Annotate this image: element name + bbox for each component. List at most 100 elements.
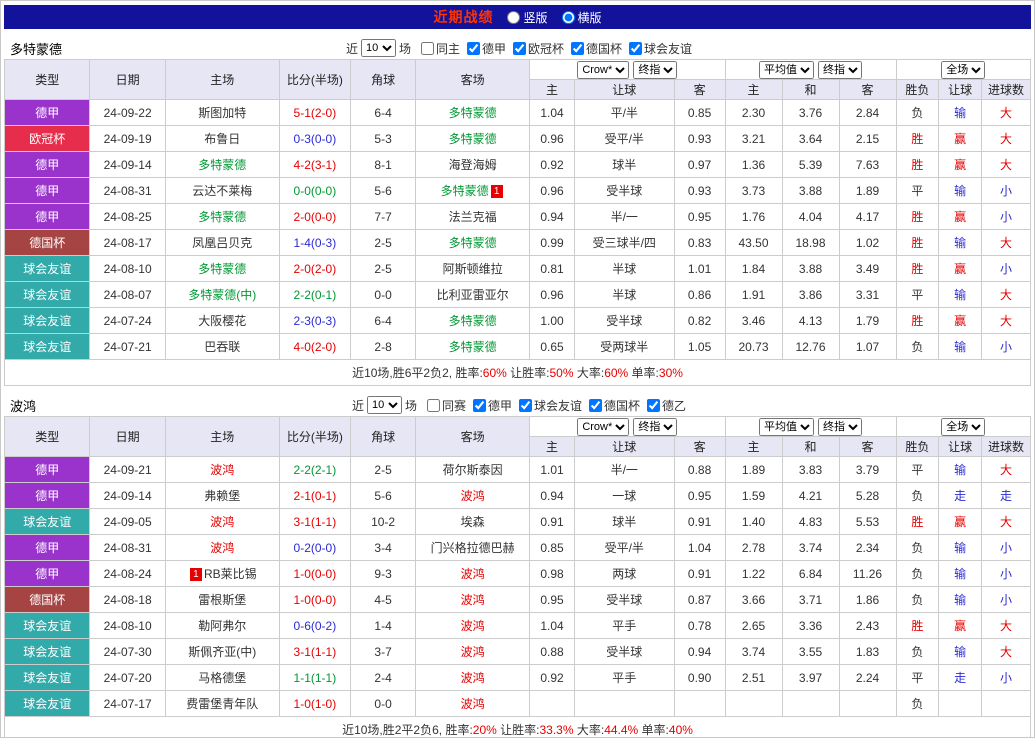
match-row: 德甲24-08-25多特蒙德2-0(0-0)7-7法兰克福0.94半/一0.95…	[5, 204, 1031, 230]
filter-checkbox-3[interactable]: 德国杯	[589, 397, 640, 414]
match-row: 球会友谊24-07-24大阪樱花2-3(0-3)6-4多特蒙德1.00受半球0.…	[5, 308, 1031, 334]
result-handicap: 输	[939, 457, 982, 483]
odds-away: 0.85	[674, 100, 725, 126]
sub-column-header: 让球	[574, 437, 674, 457]
bookmaker-select[interactable]: Crow*	[577, 418, 629, 436]
odds-stage-select[interactable]: 终指	[633, 61, 677, 79]
avg-stage-select[interactable]: 终指	[818, 418, 862, 436]
result-goals: 小	[981, 178, 1030, 204]
layout-option-horizontal[interactable]: 横版	[562, 9, 602, 26]
bookmaker-select[interactable]: Crow*	[577, 61, 629, 79]
odds-away: 0.91	[674, 561, 725, 587]
avg-stage-select[interactable]: 终指	[818, 61, 862, 79]
away-team-name-text: 多特蒙德	[449, 106, 497, 120]
result-goals: 小	[981, 256, 1030, 282]
odds-handicap: 受半球	[574, 308, 674, 334]
filter-checkbox-input-3[interactable]	[571, 42, 584, 55]
odds-stage-select[interactable]: 终指	[633, 418, 677, 436]
column-header: 角球	[351, 417, 416, 457]
match-date: 24-07-20	[90, 665, 165, 691]
score: 4-2(3-1)	[279, 152, 350, 178]
home-team-name-text: 波鸿	[210, 515, 234, 529]
match-date: 24-08-25	[90, 204, 165, 230]
odds-home: 0.94	[530, 204, 575, 230]
layout-option-vertical[interactable]: 竖版	[507, 9, 547, 26]
filter-checkbox-1[interactable]: 德甲	[473, 397, 512, 414]
filter-checkbox-0[interactable]: 同赛	[427, 397, 466, 414]
avg-away: 11.26	[839, 561, 896, 587]
avg-away: 5.53	[839, 509, 896, 535]
filter-checkbox-input-1[interactable]	[473, 399, 486, 412]
avg-away: 4.17	[839, 204, 896, 230]
result-outcome: 平	[896, 457, 939, 483]
filter-checkbox-0[interactable]: 同主	[421, 40, 460, 57]
fullmatch-select[interactable]: 全场	[941, 61, 985, 79]
filter-checkbox-input-0[interactable]	[421, 42, 434, 55]
match-row: 球会友谊24-07-30斯佩齐亚(中)3-1(1-1)3-7波鸿0.88受半球0…	[5, 639, 1031, 665]
sub-column-header: 主	[725, 80, 782, 100]
avg-away: 1.02	[839, 230, 896, 256]
tables-host: 多特蒙德近10场同主德甲欧冠杯德国杯球会友谊类型日期主场比分(半场)角球客场Cr…	[4, 37, 1031, 738]
layout-radio-vertical[interactable]	[507, 11, 520, 24]
filter-checkbox-3[interactable]: 德国杯	[571, 40, 622, 57]
result-outcome: 负	[896, 334, 939, 360]
filter-checkbox-4[interactable]: 球会友谊	[629, 40, 692, 57]
result-goals: 走	[981, 483, 1030, 509]
avg-source-select[interactable]: 平均值	[759, 61, 814, 79]
avg-home: 1.36	[725, 152, 782, 178]
corners-score: 3-4	[351, 535, 416, 561]
odds-home: 0.96	[530, 282, 575, 308]
layout-radio-horizontal[interactable]	[562, 11, 575, 24]
filter-checkbox-input-2[interactable]	[513, 42, 526, 55]
avg-source-select[interactable]: 平均值	[759, 418, 814, 436]
corners-score: 7-7	[351, 204, 416, 230]
competition-badge: 德甲	[5, 561, 90, 587]
column-header: 比分(半场)	[279, 417, 350, 457]
avg-draw: 4.13	[782, 308, 839, 334]
match-row: 球会友谊24-07-20马格德堡1-1(1-1)2-4波鸿0.92平手0.902…	[5, 665, 1031, 691]
filter-checkbox-4[interactable]: 德乙	[647, 397, 686, 414]
result-handicap	[939, 691, 982, 717]
filter-checkbox-input-3[interactable]	[589, 399, 602, 412]
away-team-name-text: 波鸿	[461, 489, 485, 503]
filter-checkbox-1[interactable]: 德甲	[467, 40, 506, 57]
home-team-name: 雷根斯堡	[165, 587, 279, 613]
odds-away: 0.93	[674, 126, 725, 152]
result-outcome: 平	[896, 282, 939, 308]
away-team-name: 法兰克福	[416, 204, 530, 230]
odds-home: 0.96	[530, 178, 575, 204]
recent-count-select[interactable]: 10	[361, 39, 396, 57]
score: 3-1(1-1)	[279, 509, 350, 535]
odds-handicap: 球半	[574, 509, 674, 535]
sub-column-header: 和	[782, 80, 839, 100]
avg-home: 2.51	[725, 665, 782, 691]
home-team-name: 费雷堡青年队	[165, 691, 279, 717]
filter-checkbox-input-0[interactable]	[427, 399, 440, 412]
filter-checkbox-input-1[interactable]	[467, 42, 480, 55]
summary-row: 近10场,胜2平2负6, 胜率:20% 让胜率:33.3% 大率:44.4% 单…	[5, 717, 1031, 738]
filter-checkbox-2[interactable]: 球会友谊	[519, 397, 582, 414]
sub-column-header: 胜负	[896, 80, 939, 100]
sub-column-header: 让球	[939, 80, 982, 100]
home-team-name-text: 多特蒙德	[198, 158, 246, 172]
filter-checkbox-input-4[interactable]	[629, 42, 642, 55]
odds-away: 1.01	[674, 256, 725, 282]
filter-checkbox-label: 德甲	[488, 397, 512, 414]
summary-segment: 单率:	[638, 723, 669, 737]
score: 5-1(2-0)	[279, 100, 350, 126]
avg-draw: 3.88	[782, 256, 839, 282]
odds-handicap: 平手	[574, 665, 674, 691]
odds-away: 0.78	[674, 613, 725, 639]
filter-checkbox-input-2[interactable]	[519, 399, 532, 412]
result-goals: 大	[981, 152, 1030, 178]
away-team-name: 比利亚雷亚尔	[416, 282, 530, 308]
result-handicap: 输	[939, 535, 982, 561]
home-team-name-text: 布鲁日	[204, 132, 240, 146]
column-header: 日期	[90, 417, 165, 457]
filter-checkbox-2[interactable]: 欧冠杯	[513, 40, 564, 57]
column-header: 日期	[90, 60, 165, 100]
fullmatch-select[interactable]: 全场	[941, 418, 985, 436]
team-name-label: 波鸿	[10, 396, 36, 415]
filter-checkbox-input-4[interactable]	[647, 399, 660, 412]
recent-count-select[interactable]: 10	[367, 396, 402, 414]
